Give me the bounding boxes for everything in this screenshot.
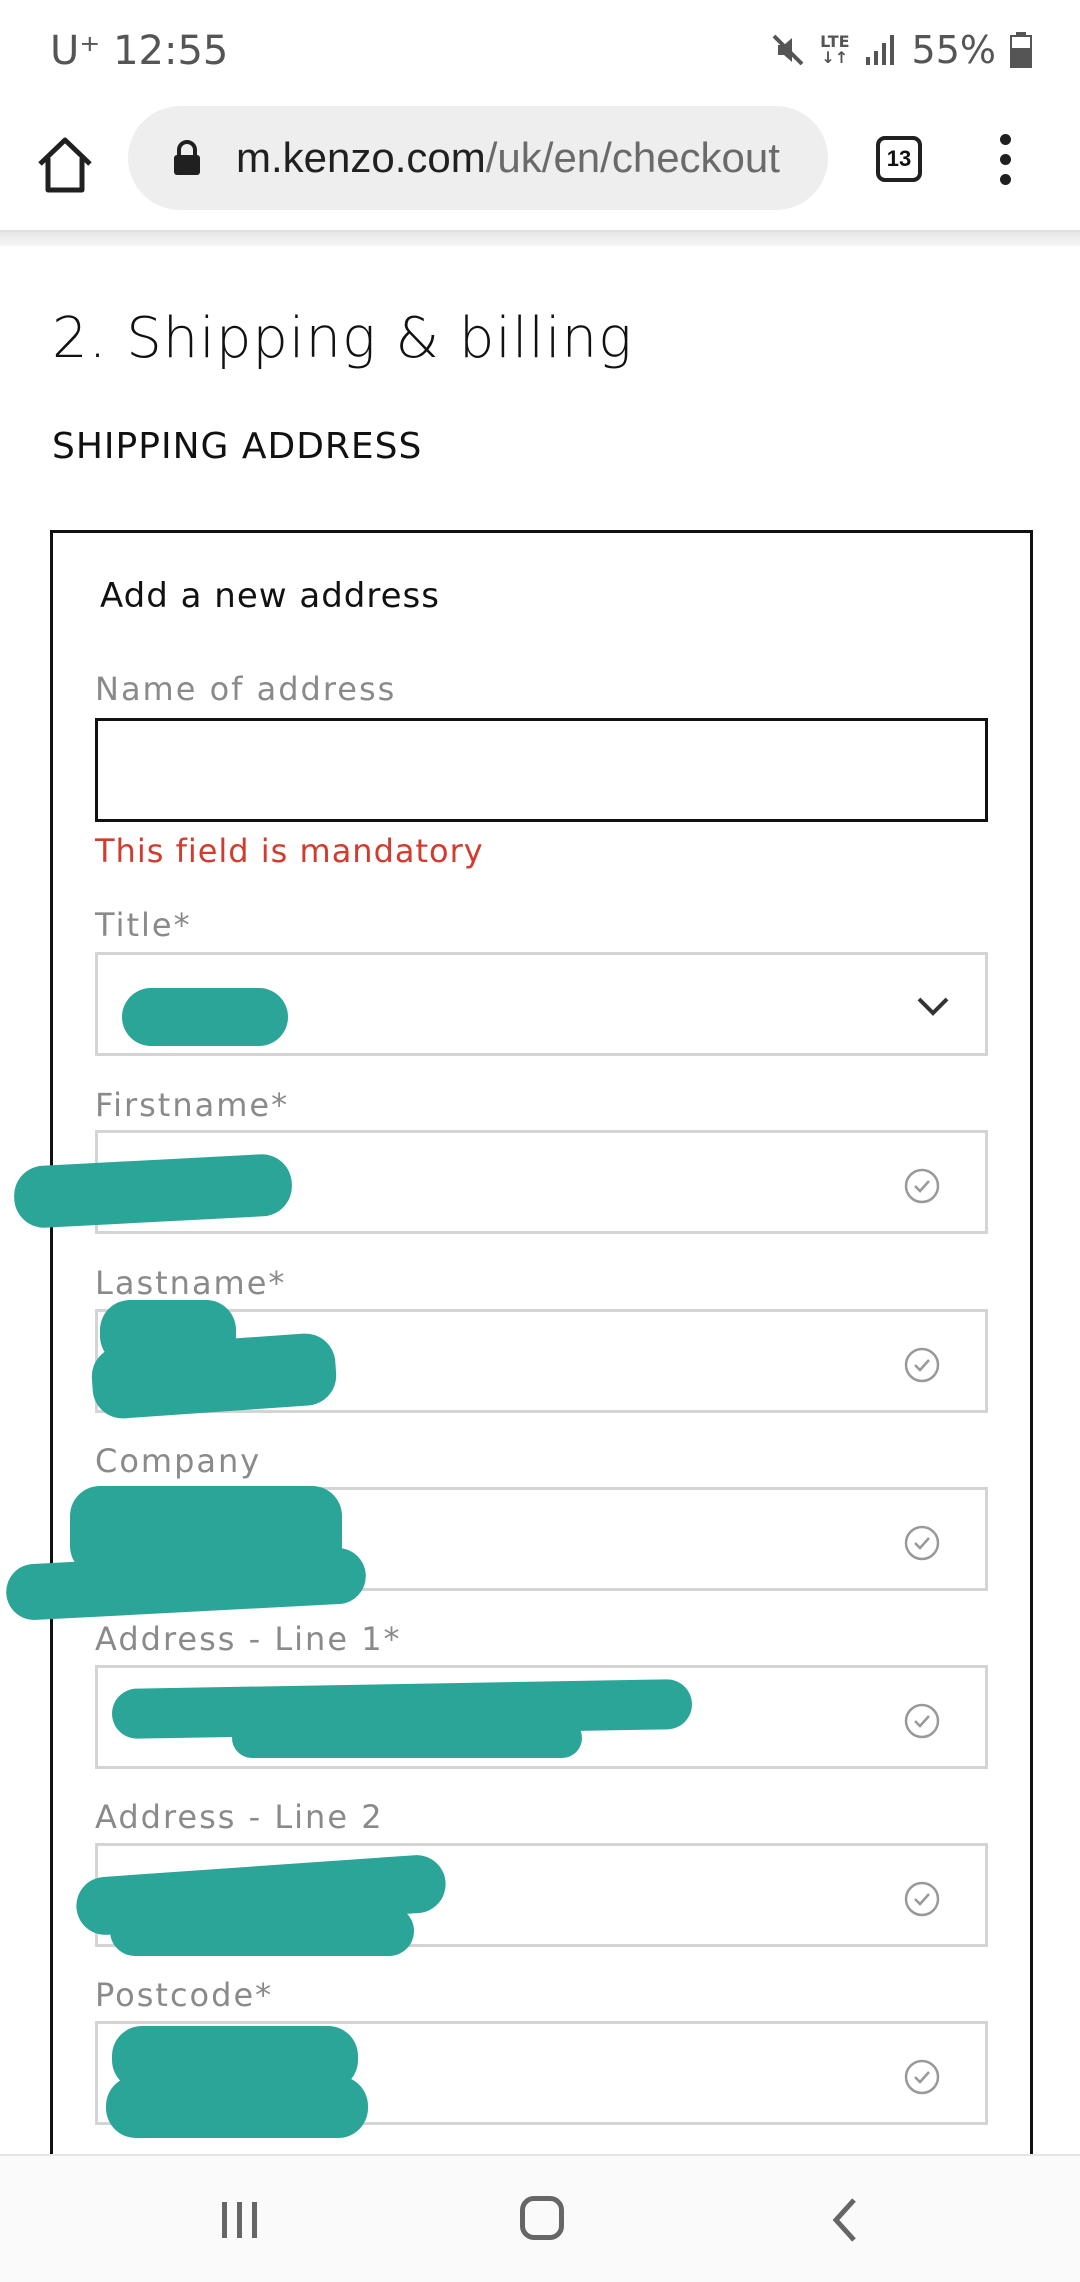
nav-home-icon[interactable] xyxy=(520,2196,564,2240)
address-line2-label: Address - Line 2 xyxy=(95,1798,384,1836)
redaction-mark xyxy=(232,1718,582,1758)
name-of-address-input[interactable] xyxy=(95,718,988,822)
postcode-label: Postcode* xyxy=(95,1976,274,2014)
check-circle-icon xyxy=(904,1168,940,1204)
status-bar: U⁺ 12:55 LTE ↓↑ 55% xyxy=(0,0,1080,100)
form-heading: Add a new address xyxy=(100,576,440,616)
more-vert-icon[interactable] xyxy=(990,134,1020,194)
carrier-time: U⁺ 12:55 xyxy=(50,28,229,74)
signal-icon xyxy=(865,35,894,65)
check-circle-icon xyxy=(904,1347,940,1383)
check-circle-icon xyxy=(904,1525,940,1561)
network-type: LTE ↓↑ xyxy=(820,32,850,67)
back-icon[interactable] xyxy=(828,2196,862,2244)
address-line1-label: Address - Line 1* xyxy=(95,1620,402,1658)
chevron-down-icon xyxy=(917,997,949,1016)
name-of-address-label: Name of address xyxy=(95,670,397,708)
address-bar[interactable]: m.kenzo.com/uk/en/checkout xyxy=(128,106,828,210)
page-title: 2. Shipping & billing xyxy=(52,306,633,371)
company-label: Company xyxy=(95,1442,262,1480)
status-icons: LTE ↓↑ 55% xyxy=(770,28,1032,72)
check-circle-icon xyxy=(904,1703,940,1739)
redaction-mark xyxy=(110,1906,414,1956)
lastname-label: Lastname* xyxy=(95,1264,287,1302)
redaction-mark xyxy=(106,2076,368,2138)
check-circle-icon xyxy=(904,1881,940,1917)
url-text: m.kenzo.com/uk/en/checkout xyxy=(236,134,780,181)
redaction-mark xyxy=(122,988,288,1046)
toolbar-divider xyxy=(0,230,1080,246)
browser-toolbar: m.kenzo.com/uk/en/checkout 13 xyxy=(0,100,1080,230)
home-icon[interactable] xyxy=(30,130,100,200)
tabs-icon[interactable]: 13 xyxy=(876,136,922,182)
firstname-label: Firstname* xyxy=(95,1086,290,1124)
recent-apps-icon[interactable] xyxy=(218,2200,262,2240)
check-circle-icon xyxy=(904,2059,940,2095)
system-nav-bar xyxy=(0,2154,1080,2282)
battery-percent: 55% xyxy=(911,28,996,72)
lock-icon xyxy=(174,140,200,175)
section-label: SHIPPING ADDRESS xyxy=(52,426,423,467)
title-label: Title* xyxy=(95,906,192,944)
battery-icon xyxy=(1010,32,1032,68)
error-message: This field is mandatory xyxy=(95,832,484,870)
mute-icon xyxy=(772,34,804,66)
